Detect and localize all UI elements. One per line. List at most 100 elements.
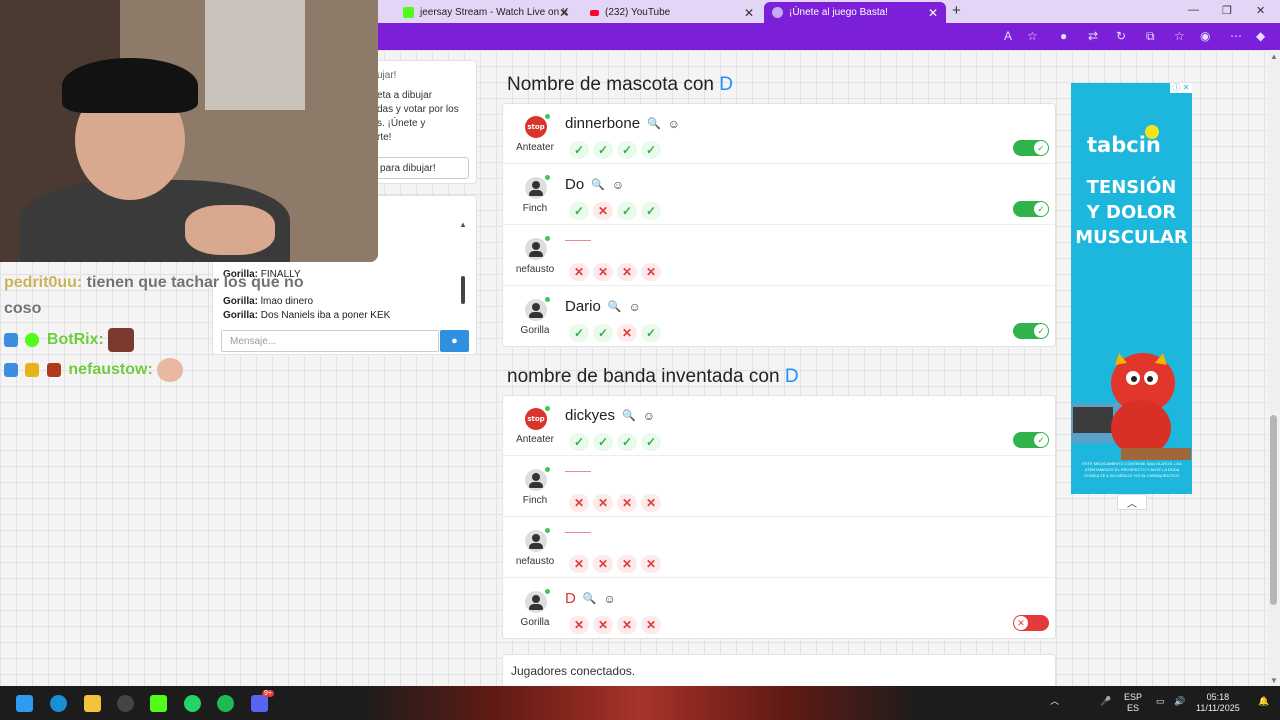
tab-basta[interactable]: ¡Únete al juego Basta! ✕ xyxy=(764,2,946,23)
emoji-icon[interactable]: ☺ xyxy=(668,117,680,131)
refresh-icon[interactable]: ↻ xyxy=(1116,29,1126,43)
emoji-icon[interactable]: ☺ xyxy=(629,300,641,314)
notification-badge: 9+ xyxy=(262,690,274,697)
windows-start-icon[interactable] xyxy=(16,695,33,712)
discord-icon[interactable] xyxy=(251,695,268,712)
close-icon[interactable]: ✕ xyxy=(744,6,754,20)
approve-vote: ✓ xyxy=(617,433,637,451)
search-icon[interactable]: 🔍 xyxy=(622,409,636,422)
translate-icon[interactable]: ⇄ xyxy=(1088,29,1098,43)
read-aloud-icon[interactable]: A xyxy=(1004,29,1012,43)
answer-word: dinnerbone xyxy=(565,115,641,132)
spotify-icon[interactable] xyxy=(217,695,234,712)
ad-headline-2: Y DOLOR xyxy=(1086,202,1177,223)
reject-vote: ✕ xyxy=(641,494,661,512)
reject-vote: ✕ xyxy=(593,263,613,281)
keyboard-layout: ES xyxy=(1127,703,1140,713)
file-explorer-icon[interactable] xyxy=(84,695,101,712)
answer-text: Do 🔍 ☺ xyxy=(565,176,624,193)
stream-chat-message: pedrit0uu: tienen que tachar los que no xyxy=(4,274,304,292)
send-button[interactable]: ● xyxy=(440,330,469,352)
chevron-up-icon[interactable]: ▲ xyxy=(459,220,467,229)
new-tab-button[interactable]: + xyxy=(952,2,961,19)
profile-avatar[interactable]: ◉ xyxy=(1200,29,1210,43)
clock-date: 11/11/2025 xyxy=(1196,703,1240,713)
ad-choices-icon[interactable]: ⓘ ✕ xyxy=(1170,83,1192,93)
microphone-icon[interactable]: 🎤 xyxy=(1100,696,1111,707)
check-icon: ✓ xyxy=(1034,202,1048,216)
emote-icon xyxy=(157,358,184,382)
volume-icon[interactable]: 🔊 xyxy=(1174,696,1185,707)
user-avatar xyxy=(525,177,547,199)
validity-toggle[interactable]: ✓ xyxy=(1013,432,1049,448)
scroll-up-icon[interactable]: ▲ xyxy=(1270,52,1278,61)
crown-badge-icon xyxy=(25,363,40,377)
language-indicator[interactable]: ESP ES xyxy=(1124,692,1142,714)
obs-icon[interactable] xyxy=(117,695,134,712)
windows-taskbar: 9+ ︿ 🎤 ESP ES ▭ 🔊 05:18 11/11/2025 🔔 xyxy=(0,686,1280,720)
validity-toggle[interactable]: ✓ xyxy=(1013,140,1049,156)
validity-toggle[interactable]: ✕ xyxy=(1013,615,1049,631)
more-icon[interactable]: ⋯ xyxy=(1230,29,1242,43)
search-icon[interactable]: 🔍 xyxy=(647,117,661,130)
answer-row: stop Anteater dickyes 🔍 ☺ ✓ ✓ ✓ ✓ ✓ xyxy=(503,396,1055,456)
tab-title: (232) YouTube xyxy=(605,7,671,18)
player-name: Anteater xyxy=(516,142,554,153)
answer-row: nefausto ✕ ✕ ✕ ✕ xyxy=(503,518,1055,578)
close-window-button[interactable]: ✕ xyxy=(1256,4,1265,17)
promo-body: eta a dibujar das y votar por los s. ¡Ún… xyxy=(377,90,459,143)
x-icon: ✕ xyxy=(1014,616,1028,630)
tab-youtube[interactable]: (232) YouTube ✕ xyxy=(582,2,762,23)
favorites-icon[interactable]: ☆ xyxy=(1174,29,1185,43)
page-scrollbar-thumb[interactable] xyxy=(1270,415,1277,605)
stream-chat-user: nefaustow: xyxy=(68,361,153,379)
search-icon[interactable]: 🔍 xyxy=(608,300,622,313)
ad-collapse-button[interactable]: ︿ xyxy=(1117,494,1147,510)
minimize-button[interactable]: — xyxy=(1188,4,1199,16)
answer-text: D 🔍 ☺ xyxy=(565,590,616,607)
search-icon[interactable]: 🔍 xyxy=(591,178,605,191)
maximize-button[interactable]: ❐ xyxy=(1222,4,1232,17)
validity-toggle[interactable]: ✓ xyxy=(1013,201,1049,217)
close-icon[interactable]: ✕ xyxy=(928,6,938,20)
validity-toggle[interactable]: ✓ xyxy=(1013,323,1049,339)
answers-card: stop Anteater dickyes 🔍 ☺ ✓ ✓ ✓ ✓ ✓ Finc… xyxy=(502,395,1056,639)
advertisement[interactable]: tabcin TENSIÓN Y DOLOR MUSCULAR ESTE MED… xyxy=(1071,83,1192,494)
kick-icon[interactable] xyxy=(150,695,167,712)
tab-kick-stream[interactable]: jeersay Stream - Watch Live on K ✕ xyxy=(395,2,577,23)
chevron-up-icon[interactable]: ︿ xyxy=(1050,696,1059,707)
favorite-star-icon[interactable]: ☆ xyxy=(1027,29,1038,43)
network-icon[interactable]: ▭ xyxy=(1156,696,1165,707)
emoji-icon[interactable]: ☺ xyxy=(612,178,624,192)
draw-button[interactable]: para dibujar! xyxy=(373,157,469,179)
approve-vote: ✓ xyxy=(593,141,613,159)
reject-vote: ✕ xyxy=(617,616,637,634)
chat-message: Gorilla: lmao dinero xyxy=(223,296,313,307)
edge-icon[interactable] xyxy=(50,695,67,712)
online-indicator xyxy=(545,528,550,533)
online-indicator xyxy=(545,114,550,119)
copilot-icon[interactable]: ◆ xyxy=(1256,29,1265,43)
category-letter: D xyxy=(719,74,734,95)
notifications-icon[interactable]: 🔔 xyxy=(1258,696,1269,707)
emoji-icon[interactable]: ☺ xyxy=(643,409,655,423)
emoji-icon[interactable]: ☺ xyxy=(604,592,616,606)
whatsapp-icon[interactable] xyxy=(184,695,201,712)
scroll-down-icon[interactable]: ▼ xyxy=(1270,676,1278,685)
sword-badge-icon xyxy=(4,363,18,377)
chat-input[interactable]: Mensaje... xyxy=(221,330,439,352)
chat-scrollbar[interactable] xyxy=(461,276,465,304)
search-icon[interactable]: 🔍 xyxy=(583,592,597,605)
close-icon[interactable]: ✕ xyxy=(559,6,569,20)
answer-word: dickyes xyxy=(565,407,616,424)
split-icon[interactable]: ⧉ xyxy=(1146,29,1155,44)
vote-list: ✕ ✕ ✕ ✕ xyxy=(569,494,661,512)
vote-list: ✕ ✕ ✕ ✕ xyxy=(569,263,661,281)
answer-word: Dario xyxy=(565,298,601,315)
stream-chat-message: nefaustow: xyxy=(4,358,184,382)
player-name: Gorilla xyxy=(520,325,550,336)
stop-avatar: stop xyxy=(525,408,547,430)
extension-icon[interactable]: ● xyxy=(1060,29,1067,43)
answer-row: Gorilla Dario 🔍 ☺ ✓ ✓ ✕ ✓ ✓ xyxy=(503,287,1055,347)
system-clock[interactable]: 05:18 11/11/2025 xyxy=(1196,692,1240,714)
